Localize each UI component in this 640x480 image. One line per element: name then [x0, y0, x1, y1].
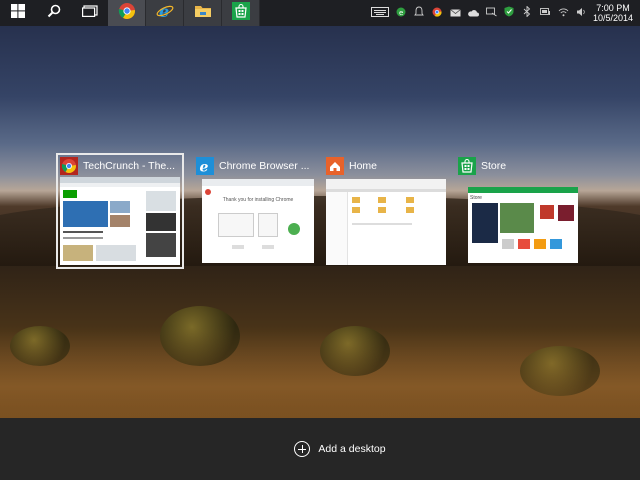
internet-explorer-icon: e — [196, 157, 214, 175]
system-tray: e 7:00 PM 10/5/2014 — [368, 0, 640, 26]
battery-icon — [539, 4, 551, 22]
start-button[interactable] — [0, 0, 36, 26]
task-view-window-techcrunch[interactable]: TechCrunch - The... — [56, 153, 184, 269]
tray-chrome[interactable] — [428, 0, 446, 26]
add-desktop-button[interactable]: Add a desktop — [294, 441, 386, 457]
window-title: Store — [481, 160, 507, 172]
tray-security[interactable] — [500, 0, 518, 26]
tray-power[interactable] — [536, 0, 554, 26]
tray-volume[interactable] — [572, 0, 590, 26]
green-app-icon: e — [396, 4, 406, 22]
store-icon — [231, 1, 250, 25]
window-thumbnail: Thank you for installing Chrome — [202, 179, 314, 263]
clock-time: 7:00 PM — [596, 3, 630, 13]
taskbar-chrome[interactable] — [108, 0, 146, 26]
window-thumbnail — [326, 179, 446, 265]
tray-app-green[interactable]: e — [392, 0, 410, 26]
internet-explorer-icon: e — [156, 2, 174, 25]
envelope-icon — [449, 4, 461, 22]
shield-icon — [504, 4, 514, 22]
taskbar-file-explorer[interactable] — [184, 0, 222, 26]
add-desktop-label: Add a desktop — [318, 443, 386, 455]
file-explorer-icon — [194, 3, 212, 24]
task-view-icon — [82, 4, 98, 22]
tray-bluetooth[interactable] — [518, 0, 536, 26]
chrome-icon — [118, 2, 136, 25]
taskbar-internet-explorer[interactable]: e — [146, 0, 184, 26]
wallpaper-grass — [0, 326, 640, 418]
task-view-window-chrome-browser[interactable]: e Chrome Browser ... Thank you for insta… — [196, 155, 320, 267]
keyboard-icon — [371, 4, 389, 22]
svg-text:e: e — [399, 9, 403, 17]
tray-clock[interactable]: 7:00 PM 10/5/2014 — [590, 3, 636, 23]
tray-onedrive[interactable] — [464, 0, 482, 26]
cloud-icon — [467, 4, 479, 22]
svg-text:e: e — [159, 2, 169, 20]
bluetooth-icon — [523, 4, 531, 22]
window-title: Chrome Browser ... — [219, 160, 310, 172]
window-thumbnail: Store — [468, 187, 578, 263]
windows-logo-icon — [11, 3, 25, 23]
plus-circle-icon — [294, 441, 311, 457]
task-view-bottom-bar: Add a desktop — [0, 418, 640, 480]
svg-text:e: e — [200, 160, 209, 176]
tray-sync[interactable] — [482, 0, 500, 26]
store-thumb-title: Store — [470, 195, 482, 201]
chrome-tray-icon — [432, 4, 442, 22]
file-explorer-icon — [326, 157, 344, 175]
tray-network[interactable] — [554, 0, 572, 26]
window-title: Home — [349, 160, 378, 172]
chrome-install-text: Thank you for installing Chrome — [222, 197, 294, 203]
sync-icon — [485, 4, 497, 22]
task-view-button[interactable] — [72, 0, 108, 26]
search-icon — [47, 4, 61, 23]
clock-date: 10/5/2014 — [592, 13, 634, 23]
window-thumbnail — [60, 177, 180, 265]
speaker-icon — [576, 4, 587, 22]
search-button[interactable] — [36, 0, 72, 26]
tray-mail[interactable] — [446, 0, 464, 26]
chrome-icon — [60, 157, 78, 175]
keyboard-tray-button[interactable] — [368, 0, 392, 26]
window-title: TechCrunch - The... — [83, 160, 176, 172]
taskbar-store[interactable] — [222, 0, 260, 26]
tray-notifications[interactable] — [410, 0, 428, 26]
wifi-icon — [558, 4, 569, 22]
task-view-window-store[interactable]: Store Store — [458, 155, 582, 267]
bell-icon — [414, 4, 424, 22]
store-icon — [458, 157, 476, 175]
task-view-window-home[interactable]: Home — [326, 155, 450, 267]
taskbar: e e 7:00 PM 10/5/2014 — [0, 0, 640, 26]
